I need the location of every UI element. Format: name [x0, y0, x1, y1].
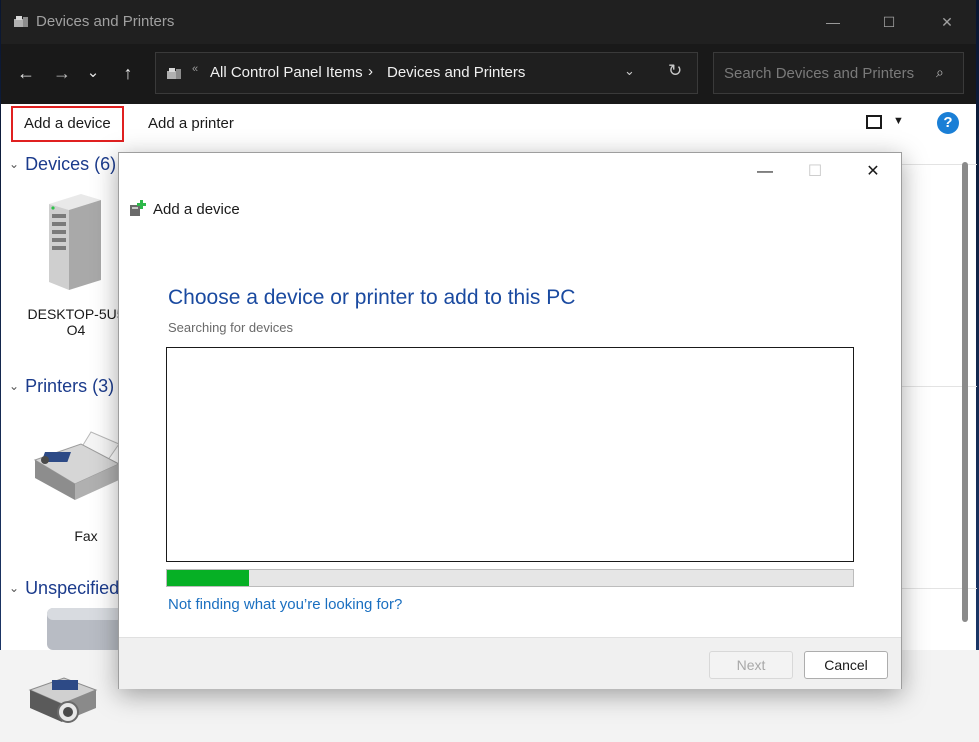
search-placeholder[interactable]: Search Devices and Printers — [724, 65, 914, 82]
storage-device-icon[interactable] — [45, 606, 125, 650]
scrollbar[interactable] — [962, 162, 968, 632]
add-device-dialog: — ☐ ✕ Add a device Choose a device or pr… — [118, 152, 902, 689]
chevron-down-icon[interactable]: ⌄ — [9, 157, 19, 171]
cancel-button[interactable]: Cancel — [804, 651, 888, 679]
dialog-heading: Choose a device or printer to add to thi… — [168, 286, 576, 309]
not-finding-link[interactable]: Not finding what you’re looking for? — [168, 596, 402, 613]
dialog-footer: Next Cancel — [119, 637, 901, 689]
group-printers[interactable]: ⌄ Printers (3) — [9, 376, 114, 397]
dialog-minimize-button[interactable]: — — [745, 161, 785, 183]
add-device-icon — [130, 200, 146, 216]
device-results-list[interactable] — [166, 347, 854, 562]
view-icon[interactable] — [866, 115, 882, 129]
computer-tower-icon[interactable] — [41, 192, 105, 292]
group-devices[interactable]: ⌄ Devices (6) — [9, 154, 116, 175]
fax-icon[interactable] — [31, 430, 121, 500]
breadcrumb-separator[interactable]: › — [368, 63, 373, 80]
chevron-down-icon[interactable]: ⌄ — [624, 63, 635, 79]
control-panel-icon — [167, 68, 181, 79]
chevron-down-icon[interactable]: ⌄ — [9, 379, 19, 393]
dialog-title: Add a device — [153, 201, 240, 218]
up-button[interactable]: ↑ — [115, 62, 141, 84]
search-progress-bar — [166, 569, 854, 587]
address-box[interactable]: « All Control Panel Items › Devices and … — [155, 52, 698, 94]
device-name-line2: O4 — [66, 322, 86, 338]
add-device-button[interactable]: Add a device — [24, 115, 111, 132]
scrollbar-thumb[interactable] — [962, 162, 968, 622]
add-printer-button[interactable]: Add a printer — [148, 115, 234, 132]
help-icon[interactable]: ? — [937, 112, 959, 134]
breadcrumb-devices-printers[interactable]: Devices and Printers — [387, 64, 525, 81]
device-label[interactable]: DESKTOP-5U5 O4 — [21, 306, 131, 338]
maximize-button[interactable]: ☐ — [869, 10, 909, 34]
next-button[interactable]: Next — [709, 651, 793, 679]
navigation-bar: ← → ⌄ ↑ « All Control Panel Items › Devi… — [1, 44, 976, 104]
progress-fill — [167, 570, 250, 586]
group-unspecified[interactable]: ⌄ Unspecified — [9, 578, 119, 599]
devices-printers-icon — [14, 16, 28, 27]
dialog-maximize-button[interactable]: ☐ — [795, 161, 835, 183]
minimize-button[interactable]: — — [813, 10, 853, 34]
close-button[interactable]: ✕ — [927, 10, 967, 34]
breadcrumb-control-panel[interactable]: All Control Panel Items — [210, 64, 363, 81]
chevron-down-icon[interactable]: ⌄ — [9, 581, 19, 595]
breadcrumb-overflow[interactable]: « — [192, 63, 198, 75]
search-icon[interactable]: ⌕ — [936, 64, 944, 81]
searching-status: Searching for devices — [168, 320, 294, 335]
recent-locations-button[interactable]: ⌄ — [80, 62, 106, 84]
refresh-icon[interactable]: ↻ — [668, 61, 682, 81]
window-title: Devices and Printers — [36, 13, 175, 30]
group-unspecified-label: Unspecified — [25, 578, 120, 598]
forward-button[interactable]: → — [49, 62, 75, 84]
title-bar: Devices and Printers — ☐ ✕ — [1, 0, 976, 44]
group-devices-label: Devices (6) — [25, 154, 117, 174]
search-box[interactable]: Search Devices and Printers ⌕ — [713, 52, 964, 94]
group-printers-label: Printers (3) — [25, 376, 115, 396]
back-button[interactable]: ← — [13, 62, 39, 84]
dialog-close-button[interactable]: ✕ — [853, 161, 893, 183]
device-name-line1: DESKTOP-5U5 — [27, 306, 125, 322]
view-dropdown-icon[interactable]: ▼ — [893, 115, 904, 127]
command-bar: Add a device Add a printer ▼ ? — [1, 104, 976, 142]
multifunction-printer-icon[interactable] — [24, 670, 100, 730]
